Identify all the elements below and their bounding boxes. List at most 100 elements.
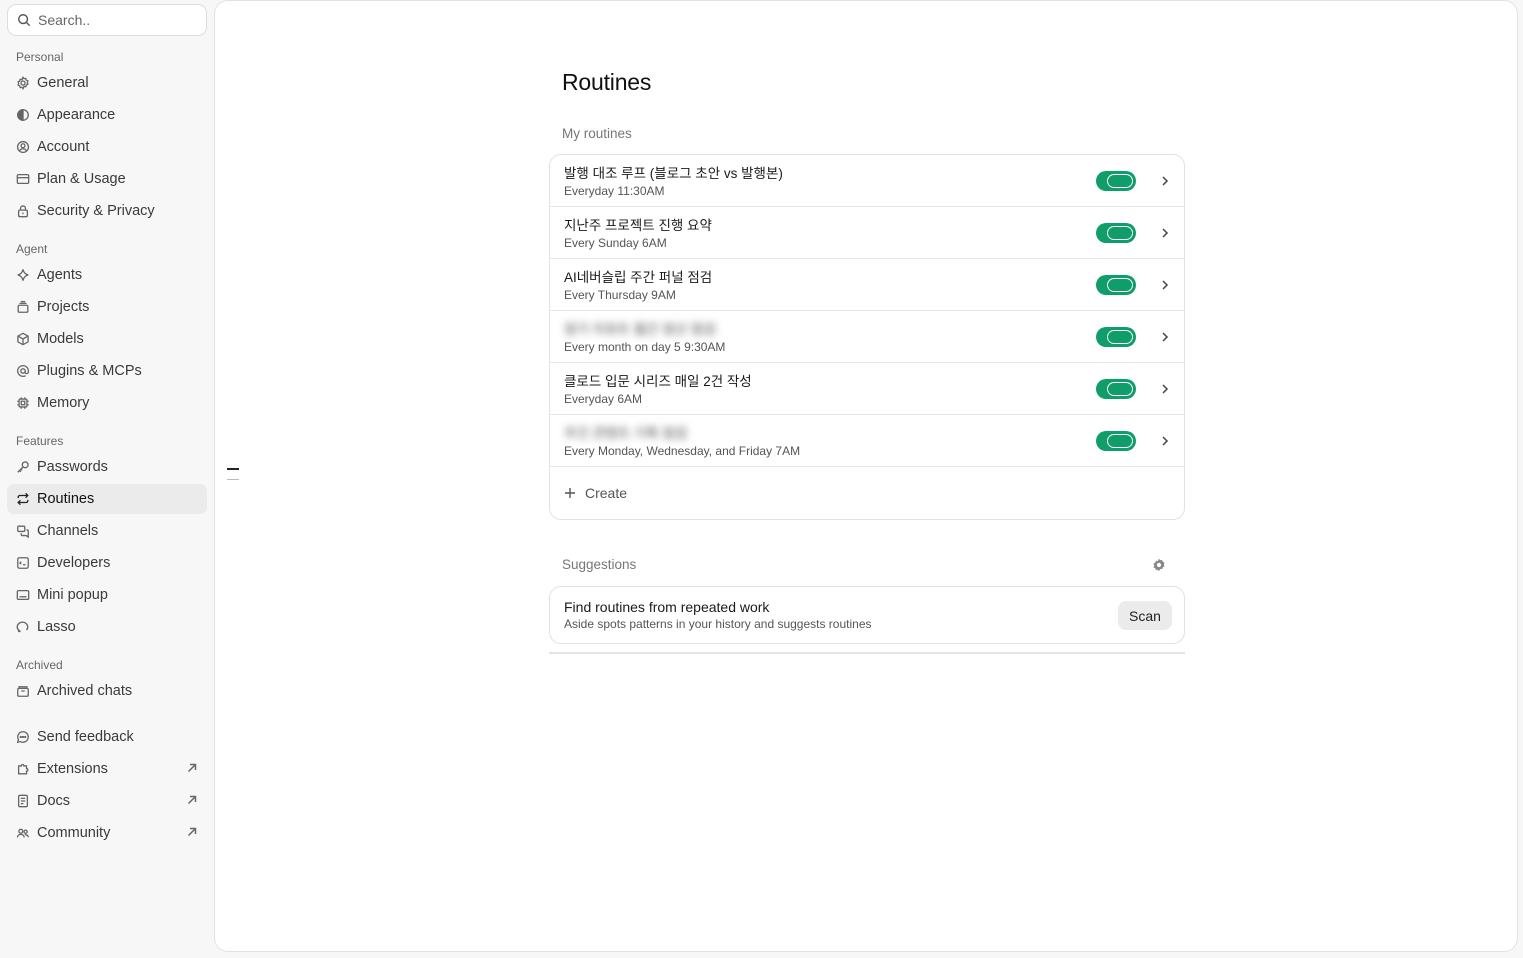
sidebar-item-label: Appearance <box>37 107 116 123</box>
create-routine-button[interactable]: Create <box>550 467 1184 519</box>
sidebar-item-label: Security & Privacy <box>37 203 155 219</box>
scan-button[interactable]: Scan <box>1118 601 1172 630</box>
sidebar-item-mini-popup[interactable]: Mini popup <box>7 580 207 610</box>
routine-title: AI네버슬립 주간 퍼널 점검 <box>564 270 713 285</box>
book-icon <box>17 794 29 808</box>
sidebar-item-label: Plugins & MCPs <box>37 363 142 379</box>
external-link-icon <box>187 827 197 837</box>
routine-title-blurred: 정기 리포트 월간 정산 점검 <box>564 322 716 337</box>
sidebar: Personal General Appearance Account Plan… <box>0 0 214 958</box>
my-routines-label: My routines <box>562 126 632 141</box>
sidebar-item-security-privacy[interactable]: Security & Privacy <box>7 196 207 226</box>
sidebar-item-passwords[interactable]: Passwords <box>7 452 207 482</box>
search-icon <box>18 14 31 27</box>
sidebar-item-label: Lasso <box>37 619 76 635</box>
search-input[interactable] <box>38 12 197 28</box>
routine-schedule: Every Monday, Wednesday, and Friday 7AM <box>564 444 801 458</box>
sidebar-item-channels[interactable]: Channels <box>7 516 207 546</box>
divider <box>549 652 1185 654</box>
routine-row[interactable]: 지난주 프로젝트 진행 요약 Every Sunday 6AM <box>550 207 1184 259</box>
sidebar-item-docs[interactable]: Docs <box>7 786 207 816</box>
sidebar-item-plugins-mcps[interactable]: Plugins & MCPs <box>7 356 207 386</box>
section-label-features: Features <box>16 434 64 448</box>
suggestions-header: Suggestions <box>549 555 1185 575</box>
sidebar-item-models[interactable]: Models <box>7 324 207 354</box>
routine-schedule: Every Thursday 9AM <box>564 288 676 302</box>
routine-enabled-toggle[interactable] <box>1096 431 1136 451</box>
archive-icon <box>17 686 29 697</box>
lasso-icon <box>16 621 29 633</box>
sidebar-item-label: Routines <box>37 491 95 507</box>
sidebar-item-label: Send feedback <box>37 729 134 745</box>
sidebar-item-label: Memory <box>37 395 90 411</box>
routine-enabled-toggle[interactable] <box>1096 171 1136 191</box>
section-label-archived: Archived <box>16 658 63 672</box>
routine-schedule: Every month on day 5 9:30AM <box>564 340 726 354</box>
contrast-icon <box>17 109 29 121</box>
cube-icon <box>17 332 29 346</box>
chevron-right-icon <box>1162 228 1169 238</box>
sidebar-item-community[interactable]: Community <box>7 818 207 848</box>
lock-icon <box>17 205 29 218</box>
routine-row[interactable]: 클로드 입문 시리즈 매일 2건 작성 Everyday 6AM <box>550 363 1184 415</box>
sidebar-item-label: Account <box>37 139 90 155</box>
card-icon <box>16 173 30 185</box>
sidebar-item-label: Developers <box>37 555 111 571</box>
routine-schedule: Every Sunday 6AM <box>564 236 667 250</box>
sidebar-item-plan-usage[interactable]: Plan & Usage <box>7 164 207 194</box>
people-icon <box>16 828 30 838</box>
routine-row[interactable]: AI네버슬립 주간 퍼널 점검 Every Thursday 9AM <box>550 259 1184 311</box>
suggestions-label: Suggestions <box>562 557 637 572</box>
sidebar-item-label: Models <box>37 331 84 347</box>
chevron-right-icon <box>1162 280 1169 290</box>
key-icon <box>17 461 29 473</box>
page-title: Routines <box>562 69 652 95</box>
at-icon <box>17 365 29 377</box>
create-label: Create <box>585 485 628 501</box>
sidebar-item-label: Extensions <box>37 761 108 777</box>
routine-schedule: Everyday 11:30AM <box>564 184 665 198</box>
code-icon <box>17 557 29 569</box>
chat-bubble-icon <box>16 731 29 744</box>
sidebar-item-agents[interactable]: Agents <box>7 260 207 290</box>
search-box[interactable] <box>7 4 207 36</box>
puzzle-icon <box>17 764 29 775</box>
chip-icon <box>17 397 29 409</box>
sidebar-item-general[interactable]: General <box>7 68 207 98</box>
routine-enabled-toggle[interactable] <box>1096 379 1136 399</box>
sidebar-item-label: Mini popup <box>37 587 108 603</box>
routine-title: 클로드 입문 시리즈 매일 2건 작성 <box>564 374 752 389</box>
sidebar-item-label: Plan & Usage <box>37 171 126 187</box>
routine-row[interactable]: 발행 대조 루프 (블로그 초안 vs 발행본) Everyday 11:30A… <box>550 155 1184 207</box>
sidebar-item-memory[interactable]: Memory <box>7 388 207 418</box>
chevron-right-icon <box>1162 332 1169 342</box>
sidebar-item-label: Channels <box>37 523 99 539</box>
routine-enabled-toggle[interactable] <box>1096 223 1136 243</box>
sidebar-item-routines[interactable]: Routines <box>7 484 207 514</box>
external-link-icon <box>187 795 197 805</box>
sidebar-item-label: Projects <box>37 299 90 315</box>
sidebar-item-developers[interactable]: Developers <box>7 548 207 578</box>
routine-title-blurred: 주간 콘텐츠 기획 점검 <box>564 426 688 441</box>
routine-enabled-toggle[interactable] <box>1096 327 1136 347</box>
sidebar-item-account[interactable]: Account <box>7 132 207 162</box>
chevron-right-icon <box>1162 176 1169 186</box>
sidebar-item-lasso[interactable]: Lasso <box>7 612 207 642</box>
section-label-agent: Agent <box>16 242 48 256</box>
user-circle-icon <box>16 140 30 154</box>
routine-row[interactable]: 정기 리포트 월간 정산 점검 Every month on day 5 9:3… <box>550 311 1184 363</box>
sidebar-item-extensions[interactable]: Extensions <box>7 754 207 784</box>
routine-enabled-toggle[interactable] <box>1096 275 1136 295</box>
stack-icon <box>17 300 29 313</box>
sidebar-item-appearance[interactable]: Appearance <box>7 100 207 130</box>
routine-row[interactable]: 주간 콘텐츠 기획 점검 Every Monday, Wednesday, an… <box>550 415 1184 467</box>
window-icon <box>16 589 30 601</box>
channels-icon <box>17 525 29 538</box>
routines-list: 발행 대조 루프 (블로그 초안 vs 발행본) Everyday 11:30A… <box>549 154 1185 520</box>
gear-icon[interactable] <box>1152 558 1166 572</box>
sidebar-item-label: Passwords <box>37 459 108 475</box>
sidebar-item-archived-chats[interactable]: Archived chats <box>7 676 207 706</box>
sidebar-item-projects[interactable]: Projects <box>7 292 207 322</box>
sidebar-item-send-feedback[interactable]: Send feedback <box>7 722 207 752</box>
resize-handle[interactable] <box>227 468 239 482</box>
